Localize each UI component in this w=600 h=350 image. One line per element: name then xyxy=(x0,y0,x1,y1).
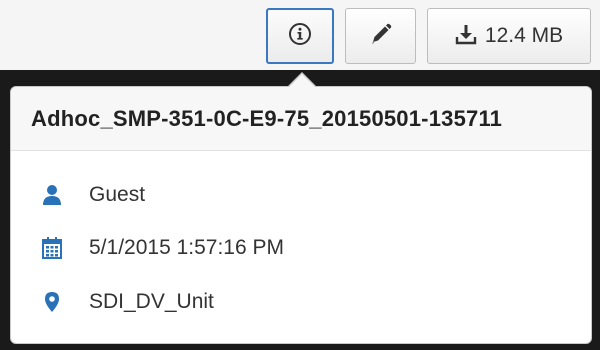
date-value: 5/1/2015 1:57:16 PM xyxy=(89,236,284,259)
location-row: SDI_DV_Unit xyxy=(41,287,214,317)
info-icon xyxy=(288,22,312,51)
popover-title: Adhoc_SMP-351-0C-E9-75_20150501-135711 xyxy=(31,105,503,131)
calendar-icon xyxy=(41,237,63,259)
edit-button[interactable] xyxy=(345,8,416,64)
date-row: 5/1/2015 1:57:16 PM xyxy=(41,233,284,263)
pencil-icon xyxy=(370,23,392,50)
location-value: SDI_DV_Unit xyxy=(89,290,214,313)
download-size-label: 12.4 MB xyxy=(484,24,564,47)
owner-name: Guest xyxy=(89,183,146,206)
info-button[interactable] xyxy=(266,8,334,64)
owner-row: Guest xyxy=(41,180,145,210)
info-popover: Adhoc_SMP-351-0C-E9-75_20150501-135711 G… xyxy=(10,86,592,344)
download-button[interactable]: 12.4 MB xyxy=(427,8,591,64)
popover-header: Adhoc_SMP-351-0C-E9-75_20150501-135711 xyxy=(11,87,591,151)
user-icon xyxy=(41,184,63,206)
download-icon xyxy=(455,23,477,50)
location-pin-icon xyxy=(41,291,63,313)
popover-arrow-fill xyxy=(289,74,315,87)
